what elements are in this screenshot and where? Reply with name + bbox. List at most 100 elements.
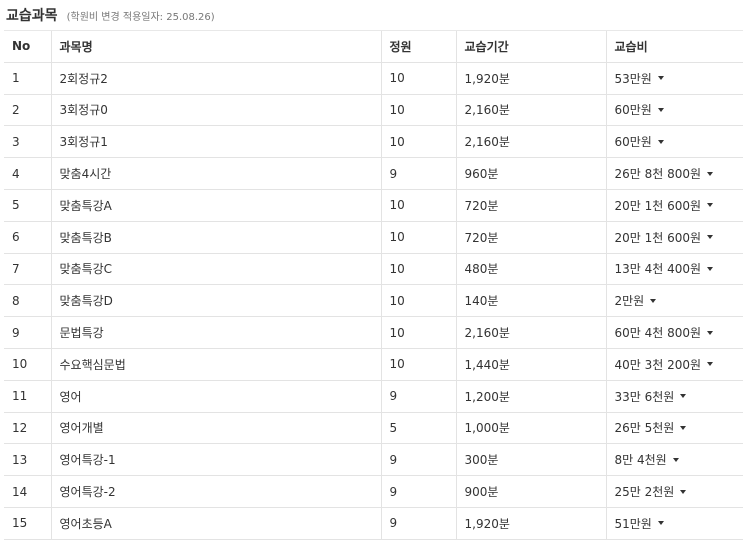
caret-down-icon[interactable]: [680, 394, 687, 399]
fee-dropdown[interactable]: 20만 1천 600원: [605, 188, 743, 222]
course-table: No 과목명 정원 교습기간 교습비 1 2회정규2 10 1,920분 53만원 2 3회…: [4, 30, 743, 540]
subject-name: 2회정규2: [50, 61, 381, 95]
fee-value: 20만 1천 600원: [614, 230, 702, 245]
fee-value: 13만 4천 400원: [614, 262, 702, 277]
row-number: 7: [4, 252, 51, 285]
fee-dropdown[interactable]: 51만원: [605, 506, 743, 540]
period-value: 1,920분: [455, 61, 606, 95]
row-number: 11: [4, 379, 51, 413]
row-number: 2: [4, 93, 51, 126]
subject-name: 문법특강: [50, 316, 381, 349]
fee-dropdown[interactable]: 2만원: [605, 284, 743, 317]
capacity-value: 10: [380, 347, 456, 381]
fee-dropdown[interactable]: 60만 4천 800원: [605, 316, 743, 349]
fee-dropdown[interactable]: 20만 1천 600원: [605, 220, 743, 254]
capacity-value: 10: [380, 61, 456, 95]
table-row: 12 영어개별 5 1,000분 26만 5천원: [4, 411, 743, 444]
fee-value: 33만 6천원: [614, 389, 675, 404]
caret-down-icon[interactable]: [672, 457, 679, 462]
row-number: 13: [4, 443, 51, 476]
column-header-no: No: [4, 30, 51, 63]
capacity-value: 9: [380, 379, 456, 413]
capacity-value: 9: [380, 443, 456, 476]
period-value: 140분: [455, 284, 606, 317]
table-body: 1 2회정규2 10 1,920분 53만원 2 3회정규0 10 2,160분 60만원 3 3회정…: [4, 61, 743, 540]
table-row: 6 맞춤특강B 10 720분 20만 1천 600원: [4, 220, 743, 254]
subject-name: 영어특강-1: [50, 443, 381, 476]
fee-dropdown[interactable]: 25만 2천원: [605, 475, 743, 508]
column-header-subject: 과목명: [50, 30, 381, 63]
row-number: 8: [4, 284, 51, 317]
period-value: 1,920분: [455, 506, 606, 540]
caret-down-icon[interactable]: [657, 139, 664, 144]
fee-dropdown[interactable]: 60만원: [605, 93, 743, 126]
fee-value: 60만원: [614, 135, 652, 150]
column-header-fee: 교습비: [605, 30, 743, 63]
subject-name: 맞춤특강A: [50, 188, 381, 222]
caret-down-icon[interactable]: [707, 171, 714, 176]
caret-down-icon[interactable]: [707, 266, 714, 271]
table-header-row: No 과목명 정원 교습기간 교습비: [4, 30, 743, 63]
table-row: 1 2회정규2 10 1,920분 53만원: [4, 61, 743, 95]
table-row: 5 맞춤특강A 10 720분 20만 1천 600원: [4, 188, 743, 222]
caret-down-icon[interactable]: [657, 76, 664, 81]
fee-dropdown[interactable]: 26만 8천 800원: [605, 157, 743, 190]
table-row: 8 맞춤특강D 10 140분 2만원: [4, 284, 743, 317]
subject-name: 영어개별: [50, 411, 381, 444]
row-number: 6: [4, 220, 51, 254]
capacity-value: 9: [380, 475, 456, 508]
fee-dropdown[interactable]: 13만 4천 400원: [605, 252, 743, 285]
caret-down-icon[interactable]: [707, 362, 714, 367]
caret-down-icon[interactable]: [650, 298, 657, 303]
fee-value: 51만원: [614, 516, 652, 531]
table-row: 13 영어특강-1 9 300분 8만 4천원: [4, 443, 743, 476]
row-number: 9: [4, 316, 51, 349]
fee-dropdown[interactable]: 8만 4천원: [605, 443, 743, 476]
section-title: 교습과목: [6, 8, 58, 24]
fee-value: 53만원: [614, 71, 652, 86]
fee-value: 8만 4천원: [614, 453, 667, 468]
fee-value: 2만원: [614, 294, 645, 309]
fee-value: 60만 4천 800원: [614, 326, 702, 341]
caret-down-icon[interactable]: [707, 330, 714, 335]
capacity-value: 9: [380, 506, 456, 540]
period-value: 720분: [455, 220, 606, 254]
row-number: 1: [4, 61, 51, 95]
fee-dropdown[interactable]: 60만원: [605, 125, 743, 158]
capacity-value: 9: [380, 157, 456, 190]
subject-name: 영어초등A: [50, 506, 381, 540]
caret-down-icon[interactable]: [707, 235, 714, 240]
section-heading: 교습과목 (학원비 변경 적용일자: 25.08.26): [6, 5, 215, 25]
period-value: 960분: [455, 157, 606, 190]
caret-down-icon[interactable]: [680, 425, 687, 430]
table-row: 10 수요핵심문법 10 1,440분 40만 3천 200원: [4, 347, 743, 381]
capacity-value: 10: [380, 125, 456, 158]
subject-name: 수요핵심문법: [50, 347, 381, 381]
column-header-capacity: 정원: [380, 30, 456, 63]
caret-down-icon[interactable]: [707, 203, 714, 208]
table-row: 15 영어초등A 9 1,920분 51만원: [4, 506, 743, 540]
subject-name: 3회정규1: [50, 125, 381, 158]
caret-down-icon[interactable]: [657, 521, 664, 526]
period-value: 300분: [455, 443, 606, 476]
fee-value: 20만 1천 600원: [614, 198, 702, 213]
table-row: 7 맞춤특강C 10 480분 13만 4천 400원: [4, 252, 743, 285]
period-value: 2,160분: [455, 316, 606, 349]
period-value: 2,160분: [455, 93, 606, 126]
subject-name: 영어: [50, 379, 381, 413]
table-row: 2 3회정규0 10 2,160분 60만원: [4, 93, 743, 126]
capacity-value: 10: [380, 316, 456, 349]
column-header-period: 교습기간: [455, 30, 606, 63]
period-value: 1,000분: [455, 411, 606, 444]
subject-name: 맞춤4시간: [50, 157, 381, 190]
capacity-value: 10: [380, 252, 456, 285]
fee-value: 26만 8천 800원: [614, 167, 702, 182]
fee-dropdown[interactable]: 40만 3천 200원: [605, 347, 743, 381]
fee-dropdown[interactable]: 53만원: [605, 61, 743, 95]
row-number: 4: [4, 157, 51, 190]
fee-dropdown[interactable]: 33만 6천원: [605, 379, 743, 413]
period-value: 1,440분: [455, 347, 606, 381]
caret-down-icon[interactable]: [680, 489, 687, 494]
caret-down-icon[interactable]: [657, 107, 664, 112]
fee-dropdown[interactable]: 26만 5천원: [605, 411, 743, 444]
